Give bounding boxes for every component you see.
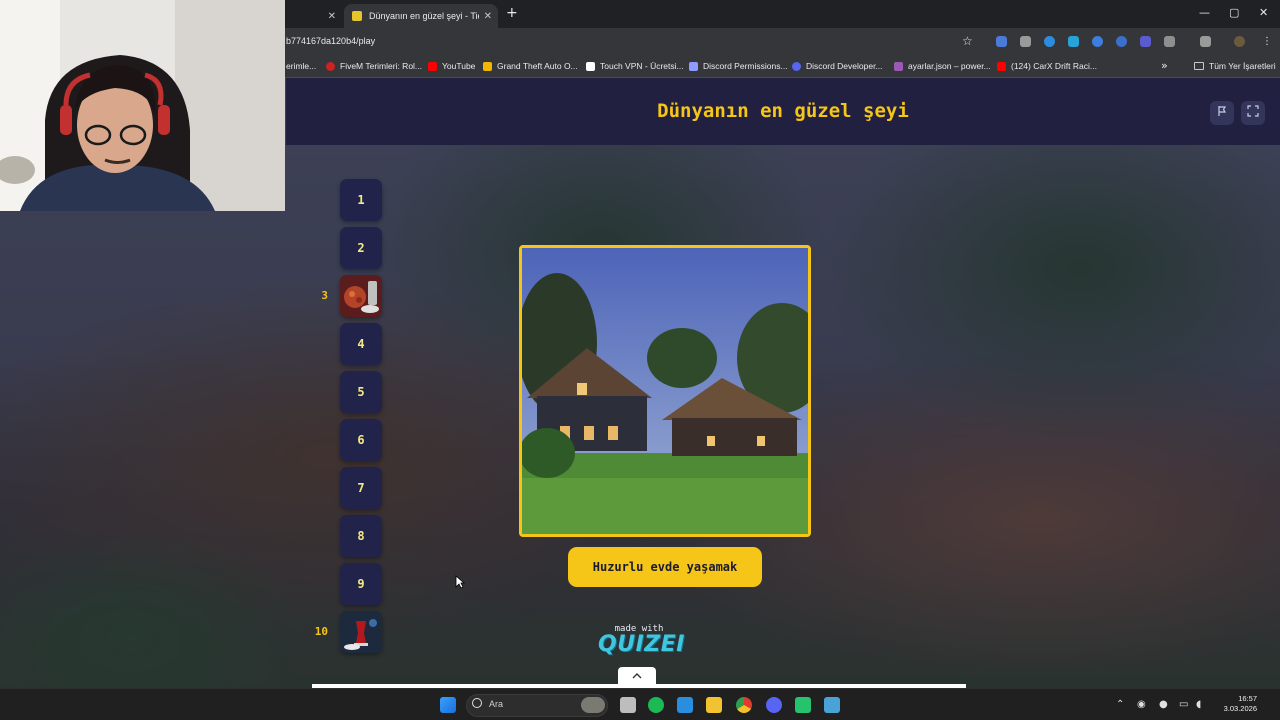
bookmark-item[interactable]: Touch VPN - Ücretsi... [586, 61, 684, 71]
printer-extension-icon[interactable] [1020, 36, 1031, 47]
webcam-feed-icon [0, 0, 285, 211]
bottom-panel-edge [312, 684, 966, 688]
search-icon [472, 698, 482, 708]
tab-title: Dünyanın en güzel şeyi - Tier L [369, 11, 479, 21]
bookmark-item[interactable]: YouTube [428, 61, 475, 71]
tier-side-label-3: 3 [321, 289, 328, 302]
quizei-favicon-icon [352, 11, 362, 21]
vpn-icon [586, 61, 595, 71]
audio-extension-icon[interactable] [1092, 36, 1103, 47]
quiz-header: Dünyanın en güzel şeyi [286, 78, 1280, 145]
bookmarks-more-icon[interactable]: » [1161, 59, 1168, 72]
bookmark-item[interactable]: Grand Theft Auto O... [483, 61, 578, 71]
search-highlight-icon [581, 697, 605, 713]
taskbar-search-placeholder: Ara [489, 699, 504, 709]
tier-slot-4[interactable]: 4 [340, 323, 382, 365]
app-icon[interactable] [795, 697, 811, 713]
translate-extension-icon[interactable] [996, 36, 1007, 47]
mouse-cursor-icon [455, 575, 465, 589]
current-item-label[interactable]: Huzurlu evde yaşamak [568, 547, 762, 587]
folder-icon [1194, 62, 1204, 70]
vscode-icon[interactable] [677, 697, 693, 713]
discord-extension-icon[interactable] [1140, 36, 1151, 47]
fivem-icon [326, 61, 335, 71]
bookmark-item[interactable]: erimle... [286, 61, 316, 71]
bookmark-star-icon[interactable]: ☆ [962, 34, 973, 48]
tray-chevron-up-icon[interactable]: ⌃ [1116, 699, 1124, 710]
page-icon [689, 61, 698, 71]
bookmark-item[interactable]: Discord Permissions... [689, 61, 788, 71]
microphone-icon[interactable]: ● [1159, 699, 1168, 710]
discord-tray-icon[interactable]: ◉ [1137, 699, 1146, 710]
url-field[interactable]: b774167da120b4/play [286, 36, 375, 46]
profile-avatar[interactable] [1234, 36, 1245, 47]
color-extension-icon[interactable] [1116, 36, 1127, 47]
chrome-icon[interactable] [736, 697, 752, 713]
tea-glass-thumbnail-icon [340, 611, 382, 653]
tier-slot-9[interactable]: 9 [340, 563, 382, 605]
minimize-button[interactable]: — [1199, 6, 1210, 19]
made-with-quizei[interactable]: made with QUIZEI [598, 624, 685, 657]
bookmark-item[interactable]: Discord Developer... [792, 61, 883, 71]
current-item-card[interactable] [519, 245, 811, 537]
maximize-button[interactable]: ▢ [1229, 6, 1239, 19]
tier-slot-10-filled[interactable] [340, 611, 382, 653]
tab-close-icon[interactable]: ✕ [328, 11, 336, 22]
tier-slot-3-filled[interactable] [340, 275, 382, 317]
tab-active[interactable]: Dünyanın en güzel şeyi - Tier L ✕ [344, 4, 498, 28]
bookmark-item[interactable]: FiveM Terimleri: Rol... [326, 61, 422, 71]
discord-icon [792, 61, 801, 71]
close-window-button[interactable]: ✕ [1259, 6, 1268, 19]
clock-date: 3.03.2026 [1223, 704, 1257, 713]
menu-kebab-icon[interactable]: ⋮ [1262, 36, 1273, 47]
clock-time: 16:57 [1238, 694, 1257, 703]
tier-side-label-10: 10 [314, 625, 328, 638]
tab-previous[interactable]: ✕ [286, 4, 342, 28]
windows-taskbar: Ara ⌃ ◉ ● ▭ ◖ 16:57 3.03.2026 [0, 688, 1280, 720]
bookmark-item[interactable]: ayarlar.json – power... [894, 61, 991, 71]
tier-slot-5[interactable]: 5 [340, 371, 382, 413]
taskbar-clock[interactable]: 16:57 3.03.2026 [1213, 694, 1257, 714]
screen-extension-icon[interactable] [1068, 36, 1079, 47]
volume-icon[interactable]: ◖ [1196, 699, 1201, 710]
quiz-title: Dünyanın en güzel şeyi [657, 100, 909, 122]
food-thumbnail-icon [340, 275, 382, 317]
bookmark-item[interactable]: (124) CarX Drift Raci... [997, 61, 1097, 71]
app-icon[interactable] [824, 697, 840, 713]
tier-slot-8[interactable]: 8 [340, 515, 382, 557]
file-explorer-icon[interactable] [706, 697, 722, 713]
tier-slot-1[interactable]: 1 [340, 179, 382, 221]
tier-slot-6[interactable]: 6 [340, 419, 382, 461]
discord-icon[interactable] [766, 697, 782, 713]
house-photo-icon [522, 248, 808, 534]
vpn-extension-icon[interactable] [1044, 36, 1055, 47]
rockstar-icon [483, 61, 492, 71]
youtube-icon [997, 61, 1006, 71]
tier-slot-2[interactable]: 2 [340, 227, 382, 269]
windows-start-icon[interactable] [440, 697, 456, 713]
webcam-overlay [0, 0, 285, 211]
fullscreen-icon[interactable] [1241, 101, 1265, 125]
all-bookmarks-folder[interactable]: Tüm Yer İşaretleri [1194, 61, 1276, 71]
new-tab-button[interactable]: + [506, 5, 518, 21]
tab-close-icon[interactable]: ✕ [484, 11, 492, 22]
task-view-icon[interactable] [620, 697, 636, 713]
youtube-icon [428, 61, 437, 71]
flag-icon[interactable] [1210, 101, 1234, 125]
quizei-logo: QUIZEI [598, 632, 685, 657]
extensions-puzzle-icon[interactable] [1164, 36, 1175, 47]
tier-slot-7[interactable]: 7 [340, 467, 382, 509]
tab-search-icon[interactable] [1200, 36, 1211, 47]
json-icon [894, 61, 903, 71]
spotify-icon[interactable] [648, 697, 664, 713]
network-icon[interactable]: ▭ [1179, 699, 1188, 710]
